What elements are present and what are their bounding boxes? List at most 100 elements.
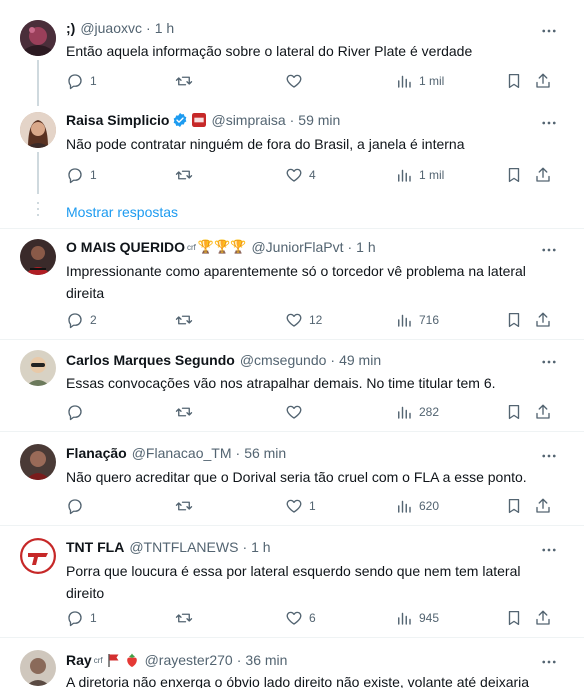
avatar[interactable] — [20, 650, 56, 686]
reply-count: 1 — [90, 168, 97, 182]
author-name[interactable]: ;) — [66, 20, 75, 36]
views-button[interactable]: 716 — [395, 310, 439, 330]
more-icon[interactable] — [540, 353, 558, 371]
avatar[interactable] — [20, 538, 56, 574]
views-button[interactable]: 282 — [395, 402, 439, 422]
timestamp[interactable]: 59 min — [298, 112, 340, 128]
tweet[interactable]: TNT FLA @TNTFLANEWS · 1 h Porra que louc… — [0, 526, 584, 638]
show-replies-link[interactable]: Mostrar respostas — [66, 204, 178, 220]
tweet-header: Flanação @Flanacao_TM · 56 min — [66, 445, 287, 461]
retweet-button[interactable] — [175, 402, 199, 422]
reply-button[interactable]: 2 — [66, 310, 97, 330]
share-icon — [536, 498, 550, 513]
tweet-text: Porra que loucura é essa por lateral esq… — [66, 563, 521, 601]
bookmark-button[interactable] — [505, 608, 523, 628]
share-button[interactable] — [534, 496, 552, 516]
bookmark-button[interactable] — [505, 402, 523, 422]
author-name[interactable]: Flanação — [66, 445, 127, 461]
reply-button[interactable]: 1 — [66, 608, 97, 628]
bookmark-button[interactable] — [505, 71, 523, 91]
tweet-text: Não quero acreditar que o Dorival seria … — [66, 469, 527, 485]
crf-badge: crf — [93, 655, 103, 665]
avatar[interactable] — [20, 112, 56, 148]
tweet[interactable]: Ray crf @rayester270 · 36 min A diretori… — [0, 638, 584, 688]
bookmark-icon — [508, 610, 520, 626]
bookmark-icon — [508, 312, 520, 328]
reply-count: 2 — [90, 313, 97, 327]
views-button[interactable]: 945 — [395, 608, 439, 628]
tweet[interactable]: Flanação @Flanacao_TM · 56 min Não quero… — [0, 432, 584, 525]
author-handle[interactable]: @rayester270 — [145, 652, 233, 668]
retweet-button[interactable] — [175, 71, 199, 91]
reply-count: 1 — [90, 611, 97, 625]
timestamp[interactable]: 56 min — [244, 445, 286, 461]
timestamp[interactable]: 1 h — [155, 20, 174, 36]
author-handle[interactable]: @TNTFLANEWS — [129, 539, 238, 555]
more-icon[interactable] — [540, 114, 558, 132]
author-name[interactable]: Carlos Marques Segundo — [66, 352, 235, 368]
reply-button[interactable] — [66, 402, 90, 422]
timestamp[interactable]: 49 min — [339, 352, 381, 368]
retweet-button[interactable] — [175, 165, 199, 185]
trophy-badges: 🏆🏆🏆 — [197, 239, 247, 254]
more-icon[interactable] — [540, 541, 558, 559]
timestamp[interactable]: 36 min — [245, 652, 287, 668]
more-icon[interactable] — [540, 447, 558, 465]
author-handle[interactable]: @juaoxvc — [80, 20, 142, 36]
like-button[interactable] — [285, 402, 309, 422]
views-count: 1 mil — [419, 74, 445, 88]
share-button[interactable] — [534, 608, 552, 628]
tweet-actions: 282 — [0, 402, 584, 422]
crf-badge: crf — [187, 242, 196, 252]
avatar[interactable] — [20, 350, 56, 386]
views-count: 716 — [419, 313, 440, 327]
share-button[interactable] — [534, 310, 552, 330]
author-handle[interactable]: @Flanacao_TM — [132, 445, 232, 461]
author-name[interactable]: O MAIS QUERIDO — [66, 239, 185, 255]
tweet-header: TNT FLA @TNTFLANEWS · 1 h — [66, 539, 271, 555]
tweet-header: Raisa Simplicio @simpraisa · 59 min — [66, 112, 341, 128]
like-button[interactable]: 4 — [285, 165, 316, 185]
tweet-actions: 1 620 — [0, 496, 584, 516]
like-button[interactable]: 6 — [285, 608, 316, 628]
more-icon[interactable] — [540, 241, 558, 259]
tweet-actions: 1 1 mil — [0, 71, 584, 91]
avatar[interactable] — [20, 444, 56, 480]
tweet[interactable]: Raisa Simplicio @simpraisa · 59 min Não … — [0, 102, 584, 198]
more-icon[interactable] — [540, 653, 558, 671]
timestamp[interactable]: 1 h — [251, 539, 270, 555]
reply-button[interactable]: 1 — [66, 71, 97, 91]
share-button[interactable] — [534, 165, 552, 185]
reply-button[interactable]: 1 — [66, 165, 97, 185]
author-name[interactable]: Ray — [66, 652, 92, 668]
timestamp[interactable]: 1 h — [356, 239, 375, 255]
avatar[interactable] — [20, 20, 56, 56]
like-button[interactable] — [285, 71, 309, 91]
author-handle[interactable]: @JuniorFlaPvt — [251, 239, 343, 255]
more-icon[interactable] — [540, 22, 558, 40]
views-button[interactable]: 620 — [395, 496, 439, 516]
share-button[interactable] — [534, 402, 552, 422]
views-button[interactable]: 1 mil — [395, 165, 444, 185]
retweet-button[interactable] — [175, 496, 199, 516]
views-button[interactable]: 1 mil — [395, 71, 444, 91]
retweet-button[interactable] — [175, 608, 199, 628]
avatar[interactable] — [20, 239, 56, 275]
retweet-button[interactable] — [175, 310, 199, 330]
author-name[interactable]: TNT FLA — [66, 539, 124, 555]
like-button[interactable]: 12 — [285, 310, 322, 330]
tweet[interactable]: Carlos Marques Segundo @cmsegundo · 49 m… — [0, 340, 584, 431]
reply-button[interactable] — [66, 496, 90, 516]
author-handle[interactable]: @simpraisa — [211, 112, 285, 128]
share-button[interactable] — [534, 71, 552, 91]
author-name[interactable]: Raisa Simplicio — [66, 112, 169, 128]
bookmark-button[interactable] — [505, 496, 523, 516]
like-button[interactable]: 1 — [285, 496, 316, 516]
bookmark-button[interactable] — [505, 310, 523, 330]
bookmark-button[interactable] — [505, 165, 523, 185]
heart-icon — [286, 74, 302, 88]
author-handle[interactable]: @cmsegundo — [240, 352, 327, 368]
tweet[interactable]: ;) @juaoxvc · 1 h Então aquela informaçã… — [0, 0, 584, 102]
tweet[interactable]: O MAIS QUERIDO crf 🏆🏆🏆 @JuniorFlaPvt · 1… — [0, 229, 584, 339]
retweet-icon — [175, 315, 193, 325]
